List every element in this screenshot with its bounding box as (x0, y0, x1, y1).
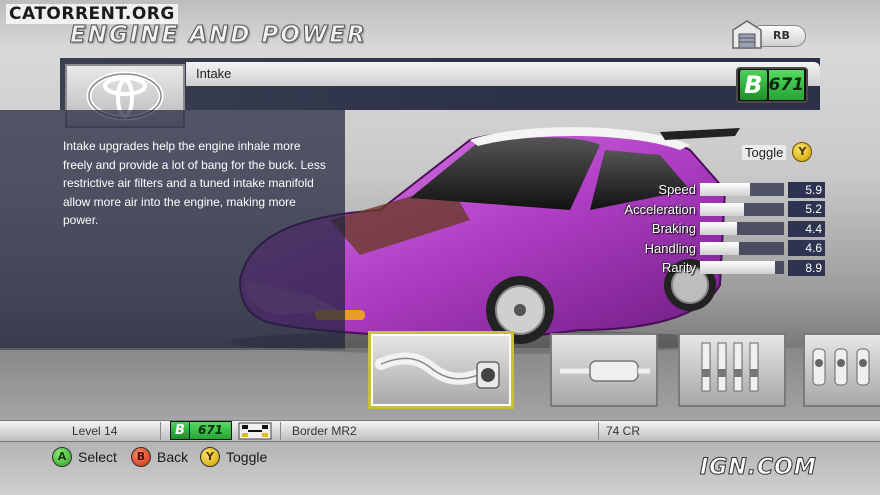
part-name-strip (186, 62, 820, 86)
exhaust-muffler-icon (560, 360, 650, 382)
part-slot-exhaust[interactable] (550, 333, 658, 407)
ign-logo: IGN.COM (700, 455, 817, 481)
stat-row: Acceleration 5.2 (560, 200, 825, 220)
stat-label: Braking (651, 221, 696, 237)
stat-bar-fill (700, 241, 739, 255)
part-slot-spark-plugs[interactable] (678, 333, 786, 407)
car-name: Border MR2 (292, 424, 357, 438)
garage-icon (732, 20, 762, 49)
credits: 74 CR (606, 424, 641, 438)
stat-value: 5.2 (788, 201, 825, 218)
stat-label: Handling (644, 240, 696, 256)
b-button-icon: B (131, 447, 151, 467)
stat-label: Acceleration (624, 201, 696, 217)
stat-bar-fill (700, 222, 737, 236)
divider (280, 422, 281, 440)
legend-label: Toggle (226, 449, 268, 465)
stat-row: Rarity 8.9 (560, 258, 825, 278)
stats-toggle[interactable]: Toggle Y (742, 142, 813, 162)
divider (598, 422, 599, 440)
stat-value: 4.4 (788, 220, 825, 237)
part-slot-intake[interactable] (368, 331, 514, 409)
class-letter: B (740, 70, 767, 100)
page-title: Engine and Power (70, 22, 367, 49)
legend-back[interactable]: B Back (131, 447, 188, 467)
stat-bar (700, 261, 784, 275)
rb-bumper-button[interactable]: RB (730, 18, 810, 54)
stat-row: Speed 5.9 (560, 180, 825, 200)
legend-label: Select (78, 449, 117, 465)
car-class-badge: B 671 (170, 421, 232, 440)
stat-bar-fill (700, 202, 744, 216)
a-button-icon: A (52, 447, 72, 467)
part-description: Intake upgrades help the engine inhale m… (63, 139, 326, 227)
stat-bar (700, 202, 784, 216)
stat-value: 5.9 (788, 181, 825, 198)
legend-toggle[interactable]: Y Toggle (200, 447, 267, 467)
stat-bar-fill (700, 183, 750, 197)
driver-level: Level 14 (72, 424, 118, 438)
stat-row: Braking 4.4 (560, 219, 825, 239)
class-rating: 671 (768, 70, 804, 100)
injectors-icon (812, 348, 870, 386)
stat-label: Rarity (662, 260, 696, 276)
performance-class-badge: B 671 (736, 67, 808, 103)
status-bar (0, 420, 880, 442)
drivetrain-icon (238, 422, 272, 440)
legend-label: Back (157, 449, 189, 465)
stat-bar (700, 241, 784, 255)
stat-label: Speed (658, 182, 696, 198)
divider (160, 422, 161, 440)
watermark: CATORRENT.ORG (6, 4, 178, 24)
stat-value: 4.6 (788, 240, 825, 257)
y-button-icon: Y (200, 447, 220, 467)
stat-value: 8.9 (788, 259, 825, 276)
stat-bar (700, 183, 784, 197)
class-letter: B (171, 422, 189, 439)
intake-pipe-icon (375, 352, 500, 389)
stat-row: Handling 4.6 (560, 239, 825, 259)
spark-plugs-icon (701, 342, 759, 392)
stats-panel: Speed 5.9 Acceleration 5.2 Braking 4.4 H… (560, 180, 825, 278)
toggle-label: Toggle (742, 144, 787, 160)
part-name: Intake (196, 66, 232, 81)
stat-bar (700, 222, 784, 236)
stat-bar-fill (700, 261, 775, 275)
legend-select[interactable]: A Select (52, 447, 117, 467)
y-button-icon: Y (792, 142, 813, 162)
part-slot-injectors[interactable] (803, 333, 880, 407)
class-rating: 671 (190, 422, 231, 439)
